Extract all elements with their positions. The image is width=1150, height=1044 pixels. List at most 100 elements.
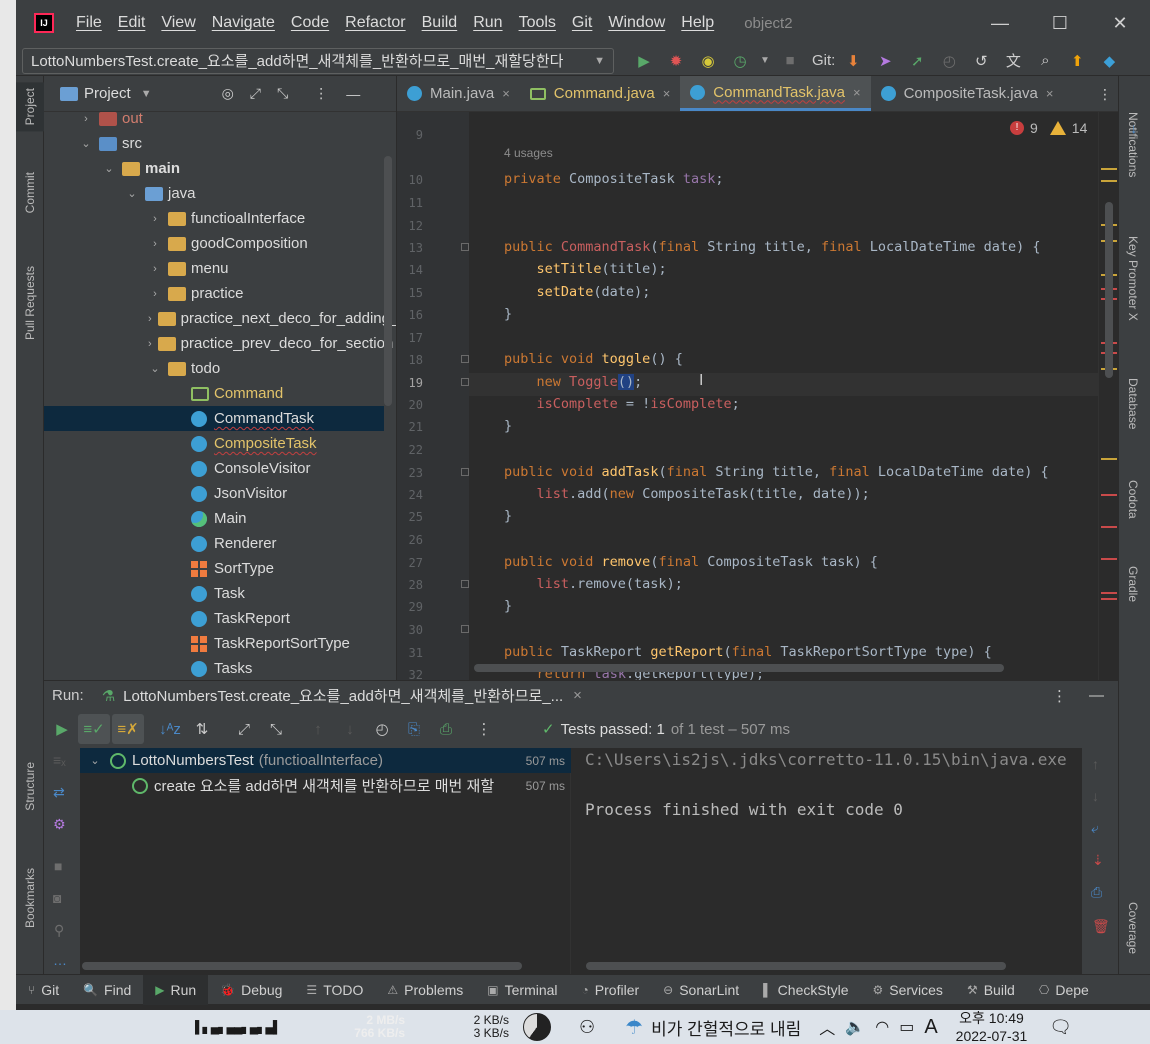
tool-window-find[interactable]: 🔍 Find (71, 975, 143, 1005)
debug-icon[interactable]: ✹ (660, 46, 692, 76)
options-icon[interactable]: ⋮ (314, 85, 328, 102)
code-line[interactable]: private CompositeTask task; (504, 171, 723, 187)
chevron-down-icon[interactable]: ▼ (756, 46, 774, 76)
tool-window-depe[interactable]: ⎔ Depe (1027, 975, 1101, 1005)
tree-item[interactable]: Tasks (44, 656, 384, 680)
up-icon[interactable]: ↑ (1092, 756, 1099, 772)
close-icon[interactable]: × (573, 687, 582, 704)
error-marker[interactable] (1101, 592, 1117, 594)
wifi-icon[interactable]: ◠ (875, 1017, 889, 1037)
clear-icon[interactable]: ≡ₓ (53, 752, 66, 768)
git-update-icon[interactable]: ⬇ (837, 46, 869, 76)
chevron-right-icon[interactable]: › (148, 338, 152, 350)
tree-item[interactable]: TaskReportSortType (44, 631, 384, 656)
project-panel-title[interactable]: Project (84, 85, 131, 102)
tool-window-git[interactable]: ⑂ Git (16, 975, 71, 1005)
chevron-right-icon[interactable]: › (79, 113, 93, 125)
error-marker[interactable] (1101, 526, 1117, 528)
menu-help[interactable]: Help (673, 0, 722, 46)
chevron-down-icon[interactable]: ⌄ (125, 187, 139, 200)
scroll-to-end-icon[interactable]: ⇣ (1092, 852, 1104, 869)
editor-scroll-thumb[interactable] (1105, 202, 1113, 378)
database-tool-button[interactable]: Database (1126, 378, 1140, 429)
menu-refactor[interactable]: Refactor (337, 0, 413, 46)
code-line[interactable]: public void addTask(final String title, … (504, 464, 1049, 480)
run-tab-label[interactable]: LottoNumbersTest.create_요소를_add하면_새객체를_반… (123, 685, 563, 706)
battery-icon[interactable]: ▭ (899, 1017, 914, 1037)
code-line[interactable]: setDate(date); (504, 284, 651, 300)
menu-navigate[interactable]: Navigate (204, 0, 283, 46)
run-configuration-selector[interactable]: LottoNumbersTest.create_요소를_add하면_새객체를_반… (22, 47, 614, 74)
pin-icon[interactable]: ⚲ (54, 922, 64, 939)
tree-item[interactable]: TaskReport (44, 606, 384, 631)
stop-icon[interactable]: ■ (774, 46, 806, 76)
tree-item[interactable]: Task (44, 581, 384, 606)
chevron-down-icon[interactable]: ⌄ (79, 137, 93, 150)
tree-item[interactable]: ⌄ java (44, 181, 384, 206)
run-icon[interactable]: ▶ (628, 46, 660, 76)
people-icon[interactable]: ⚇ (579, 1017, 595, 1038)
tree-item[interactable]: Command (44, 381, 384, 406)
chevron-right-icon[interactable]: › (148, 288, 162, 300)
project-tool-button[interactable]: Project (16, 82, 44, 132)
code-line[interactable]: isComplete = !isComplete; (504, 396, 740, 412)
code-line[interactable]: } (504, 508, 512, 524)
locate-icon[interactable]: ◎ (222, 85, 234, 102)
menu-build[interactable]: Build (414, 0, 466, 46)
editor-scrollbar[interactable] (1098, 112, 1118, 680)
tool-window-checkstyle[interactable]: ▌ CheckStyle (751, 975, 860, 1005)
error-marker[interactable] (1101, 494, 1117, 496)
test-history-icon[interactable]: ◴ (366, 714, 398, 744)
menu-window[interactable]: Window (600, 0, 673, 46)
editor-horizontal-scrollbar[interactable] (474, 664, 1004, 672)
soft-wrap-icon[interactable]: ⤶ (1091, 820, 1099, 837)
tree-item[interactable]: SortType (44, 556, 384, 581)
codota-tool-button[interactable]: Codota (1126, 480, 1140, 519)
expand-all-icon[interactable]: ⤢ (250, 85, 261, 102)
tree-item[interactable]: ⌄ src (44, 131, 384, 156)
tree-item[interactable]: Main (44, 506, 384, 531)
menu-run[interactable]: Run (465, 0, 510, 46)
warning-marker[interactable] (1101, 180, 1117, 182)
menu-tools[interactable]: Tools (511, 0, 564, 46)
translate-icon[interactable]: 文 (997, 46, 1029, 76)
weather-widget[interactable]: ☂ 비가 간헐적으로 내림 (625, 1015, 801, 1040)
tool-window-problems[interactable]: ⚠ Problems (375, 975, 475, 1005)
tool-window-build[interactable]: ⚒ Build (955, 975, 1027, 1005)
usages-hint[interactable]: 4 usages (504, 146, 553, 160)
error-marker[interactable] (1101, 598, 1117, 600)
error-marker[interactable] (1101, 558, 1117, 560)
test-tree-scrollbar[interactable] (82, 962, 522, 970)
tree-item[interactable]: CommandTask (44, 406, 384, 431)
more-options-icon[interactable]: ⋮ (468, 714, 500, 744)
code-line[interactable]: public TaskReport getReport(final TaskRe… (504, 644, 992, 660)
code-line[interactable]: new Toggle(); (504, 374, 642, 390)
test-result-row[interactable]: create 요소를 add하면 새객체를 반환하므로 매번 재할 507 ms (80, 773, 571, 798)
code-line[interactable]: public void toggle() { (504, 351, 683, 367)
git-push-icon[interactable]: ➚ (901, 46, 933, 76)
tool-window-todo[interactable]: ☰ TODO (294, 975, 375, 1005)
search-icon[interactable]: ⌕ (1029, 46, 1061, 76)
menu-file[interactable]: File (68, 0, 110, 46)
tree-item[interactable]: CompositeTask (44, 431, 384, 456)
project-scrollbar[interactable] (384, 156, 392, 406)
tree-item[interactable]: › practice (44, 281, 384, 306)
tool-window-services[interactable]: ⚙ Services (860, 975, 954, 1005)
console-output[interactable]: C:\Users\is2js\.jdks\corretto-11.0.15\bi… (571, 748, 1082, 974)
tree-item[interactable]: › functioalInterface (44, 206, 384, 231)
menu-view[interactable]: View (153, 0, 203, 46)
fold-marker-icon[interactable] (461, 243, 469, 251)
test-result-row[interactable]: ⌄ LottoNumbersTest (functioalInterface) 507… (80, 748, 571, 773)
code-line[interactable]: public void remove(final CompositeTask t… (504, 554, 878, 570)
chevron-right-icon[interactable]: › (148, 263, 162, 275)
fold-marker-icon[interactable] (461, 580, 469, 588)
export-tests-icon[interactable]: ⎙ (430, 714, 462, 744)
git-commit-icon[interactable]: ➤ (869, 46, 901, 76)
warning-marker[interactable] (1101, 168, 1117, 170)
tab-options-icon[interactable]: ⋮ (1092, 76, 1118, 112)
tree-item[interactable]: ConsoleVisitor (44, 456, 384, 481)
code-line[interactable]: setTitle(title); (504, 261, 667, 277)
commit-tool-button[interactable]: Commit (23, 172, 37, 213)
tree-item[interactable]: › goodComposition (44, 231, 384, 256)
tree-item[interactable]: › menu (44, 256, 384, 281)
